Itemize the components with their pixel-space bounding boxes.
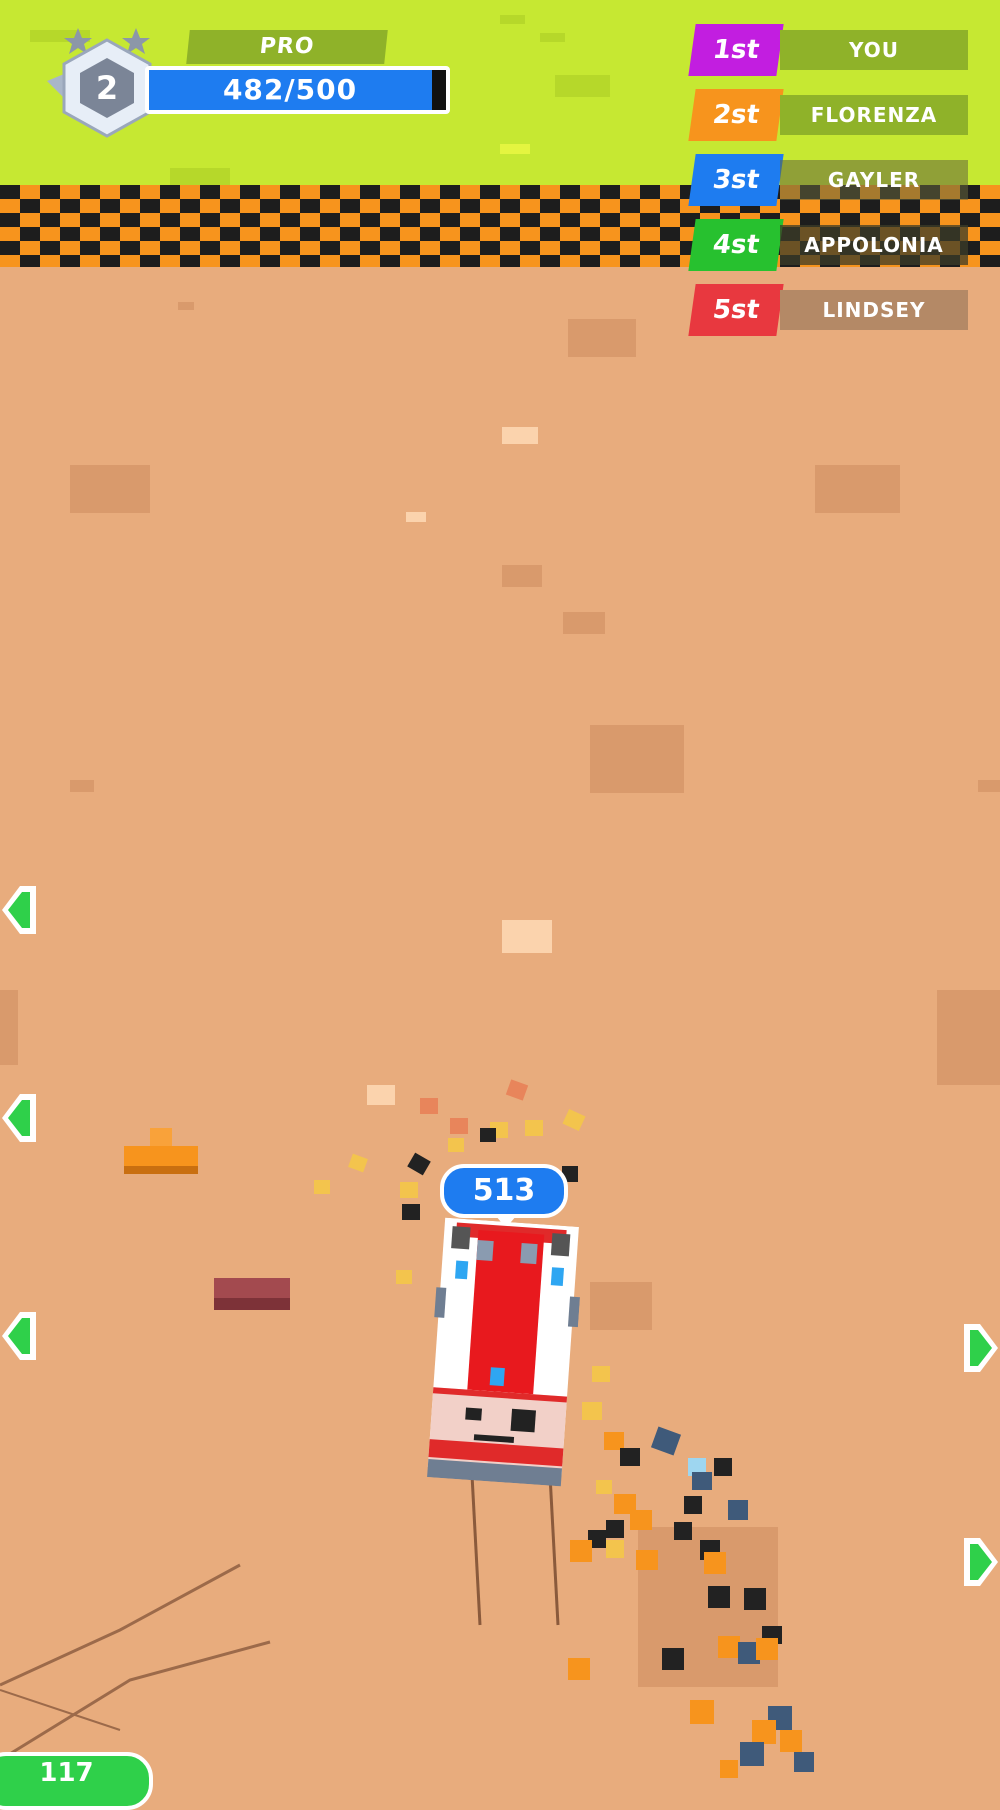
skid-marks: [0, 1563, 271, 1762]
xp-text: 482/500: [222, 73, 358, 106]
leaderboard-row: 1st YOU: [688, 24, 968, 76]
leaderboard-position: 2st: [688, 89, 784, 141]
ground-tile: [568, 319, 636, 357]
car-score-badge: 513: [440, 1164, 568, 1228]
grass-patch: [170, 168, 230, 185]
ground-tile: [502, 920, 552, 953]
leaderboard: 1st YOU 2st FLORENZA 3st GAYLER 4st APPO…: [688, 24, 968, 349]
ground-tile: [937, 990, 1000, 1085]
brick-obstacle: [214, 1278, 290, 1310]
xp-progress-bar: 482/500: [145, 66, 450, 114]
leaderboard-row: 2st FLORENZA: [688, 89, 968, 141]
grass-patch: [540, 33, 565, 42]
grass-patch: [500, 144, 530, 154]
level-number: 2: [96, 69, 118, 107]
leaderboard-name: YOU: [780, 30, 968, 70]
right-arrow-icon: [964, 1324, 998, 1372]
ground-tile: [70, 465, 150, 513]
left-arrow-icon: [2, 1312, 36, 1360]
leaderboard-row: 5st LINDSEY: [688, 284, 968, 336]
ground-tile: [563, 612, 605, 634]
leaderboard-row: 4st APPOLONIA: [688, 219, 968, 271]
ground-tile: [502, 565, 542, 587]
leaderboard-name: APPOLONIA: [780, 225, 968, 265]
ground-tile: [0, 990, 18, 1065]
leaderboard-name: LINDSEY: [780, 290, 968, 330]
leaderboard-position: 5st: [688, 284, 784, 336]
ground-tile: [590, 725, 684, 793]
ground-tile: [978, 780, 1000, 792]
rank-label: PRO: [186, 30, 388, 64]
ground-tile: [502, 427, 538, 444]
ground-tile: [406, 512, 426, 522]
grass-patch: [555, 75, 610, 97]
player-car: [427, 1217, 581, 1487]
leaderboard-position: 3st: [688, 154, 784, 206]
leaderboard-name: GAYLER: [780, 160, 968, 200]
leaderboard-position: 1st: [688, 24, 784, 76]
left-arrow-icon: [2, 886, 36, 934]
leaderboard-name: FLORENZA: [780, 95, 968, 135]
grass-patch: [500, 15, 525, 24]
ground-tile: [70, 780, 94, 792]
orange-block-obstacle: [124, 1128, 198, 1174]
ground-tile: [815, 465, 900, 513]
ground-tile: [178, 302, 194, 310]
right-arrow-icon: [964, 1538, 998, 1586]
leaderboard-position: 4st: [688, 219, 784, 271]
left-arrow-icon: [2, 1094, 36, 1142]
bottom-counter-badge: 117: [0, 1752, 153, 1810]
leaderboard-row: 3st GAYLER: [688, 154, 968, 206]
